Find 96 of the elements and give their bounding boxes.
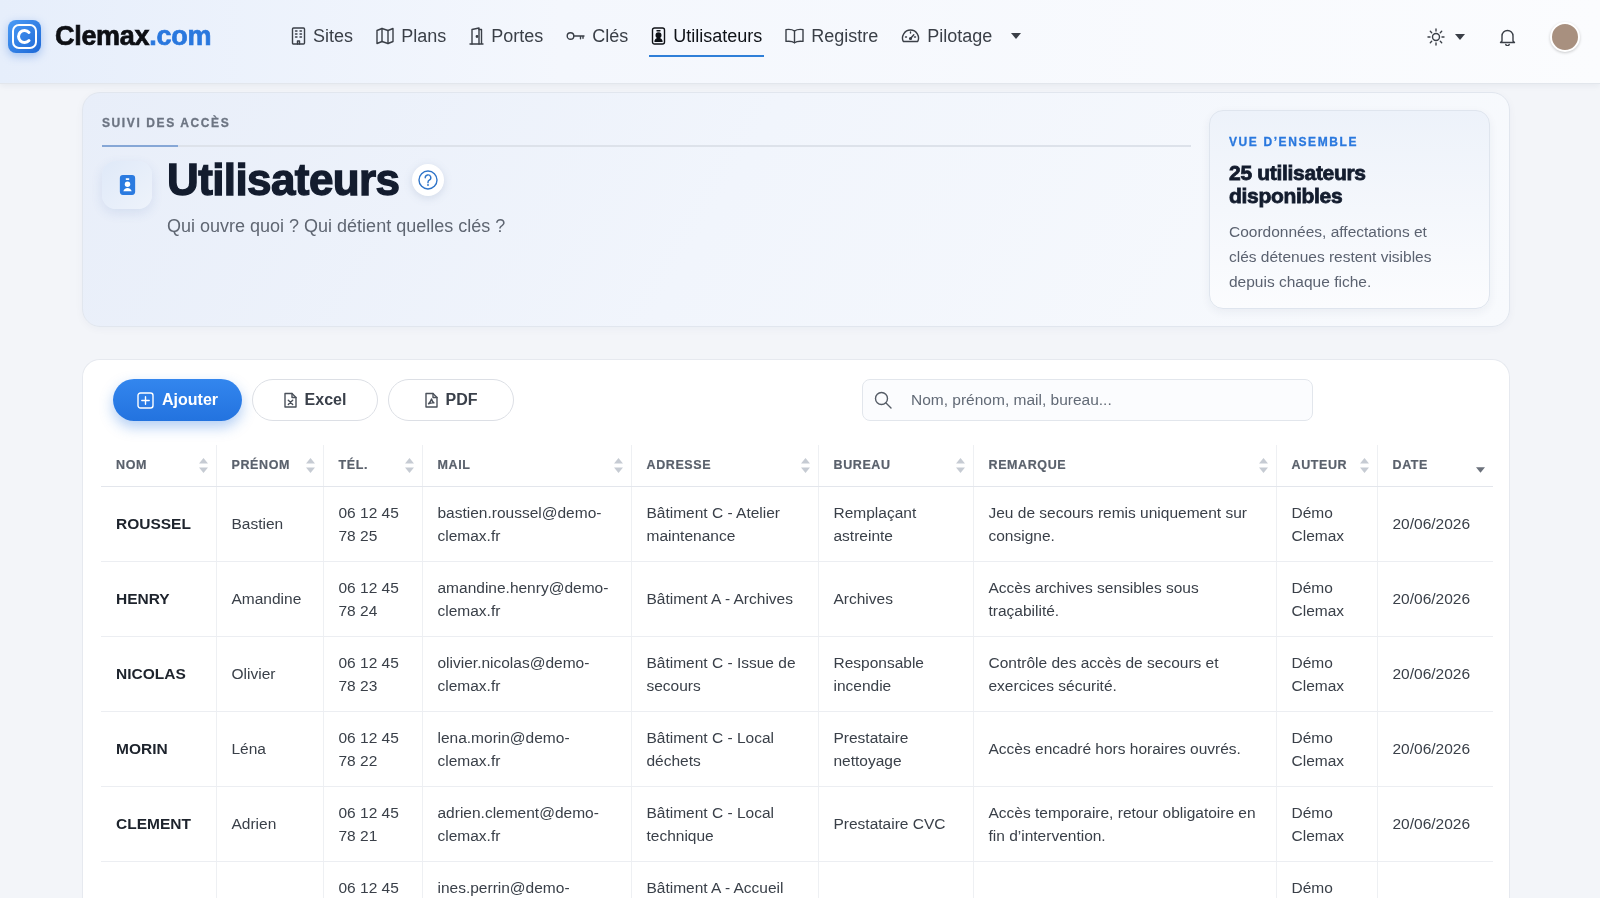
column-header[interactable]: TÉL. — [323, 445, 422, 486]
table-cell: Contrôle des accès de secours et exercices sécurité. — [973, 636, 1276, 711]
column-header[interactable]: AUTEUR — [1276, 445, 1377, 486]
column-header[interactable]: MAIL — [422, 445, 631, 486]
file-x-icon — [283, 392, 297, 408]
table-cell: Démo — [1276, 861, 1377, 898]
table-cell: Remplaçant astreinte — [818, 486, 973, 561]
help-icon[interactable] — [412, 164, 445, 196]
table-cell: 20/06/2026 — [1377, 711, 1493, 786]
table-cell: HENRY — [101, 561, 216, 636]
table-cell: Bastien — [216, 486, 323, 561]
table-cell: Prestataire CVC — [818, 786, 973, 861]
table-cell: olivier.nicolas@demo-clemax.fr — [422, 636, 631, 711]
column-header[interactable]: ADRESSE — [631, 445, 818, 486]
nav-link[interactable]: Utilisateurs — [649, 16, 765, 57]
table-cell: Bâtiment C - Local technique — [631, 786, 818, 861]
table-cell: 06 12 45 78 23 — [323, 636, 422, 711]
table-cell: Bâtiment A - Accueil — [631, 861, 818, 898]
table-cell: 20/06/2026 — [1377, 786, 1493, 861]
table-cell: Accès archives sensibles sous traçabilité. — [973, 561, 1276, 636]
caret-icon[interactable] — [1011, 33, 1022, 39]
section-eyebrow: SUIVI DES ACCÈS — [102, 115, 232, 131]
caret-icon[interactable] — [1455, 33, 1465, 40]
nav-link[interactable]: Clés — [564, 16, 631, 57]
table-cell: 20/06/2026 — [1377, 561, 1493, 636]
plus-square-icon — [137, 391, 154, 409]
page-subtitle: Qui ouvre quoi ? Qui détient quelles clés ? — [167, 215, 506, 237]
person-badge-icon — [651, 27, 667, 45]
nav-link[interactable]: Plans — [374, 16, 449, 57]
column-header[interactable]: NOM — [101, 445, 216, 486]
bell-icon[interactable] — [1499, 27, 1516, 46]
column-header[interactable]: BUREAU — [818, 445, 973, 486]
table-cell: NICOLAS — [101, 636, 216, 711]
overview-text: Coordonnées, affectations et clés détenues restent visibles depuis chaque fiche. — [1229, 222, 1433, 292]
toolbar-button[interactable]: PDF — [388, 379, 514, 421]
table-cell: Démo Clemax — [1276, 711, 1377, 786]
table-cell: MORIN — [101, 711, 216, 786]
table-cell: Responsable incendie — [818, 636, 973, 711]
nav-link[interactable]: Sites — [289, 16, 356, 57]
table-cell: 06 12 45 78 24 — [323, 561, 422, 636]
logo-icon[interactable] — [8, 20, 41, 53]
nav-link[interactable]: Registre — [783, 16, 881, 57]
table-cell: Démo Clemax — [1276, 561, 1377, 636]
nav-link[interactable]: Portes — [467, 16, 546, 57]
table-cell: Prestataire nettoyage — [818, 711, 973, 786]
table-cell: lena.morin@demo-clemax.fr — [422, 711, 631, 786]
avatar-placeholder[interactable] — [1550, 21, 1580, 52]
table-cell: Olivier — [216, 636, 323, 711]
page-title: Utilisateurs — [167, 159, 400, 201]
table-cell: 06 12 45 — [323, 861, 422, 898]
table-cell: ines.perrin@demo- — [422, 861, 631, 898]
table-cell: 06 12 45 78 25 — [323, 486, 422, 561]
table-cell: adrien.clement@demo-clemax.fr — [422, 786, 631, 861]
table-cell: Démo Clemax — [1276, 786, 1377, 861]
overview-title: 25 utilisateurs disponibles — [1229, 161, 1367, 207]
search-icon — [874, 391, 892, 409]
table-cell: 20/06/2026 — [1377, 636, 1493, 711]
file-pdf-icon — [424, 392, 438, 408]
table-cell: Bâtiment C - Issue de secours — [631, 636, 818, 711]
toolbar-button[interactable]: Excel — [252, 379, 378, 421]
table-cell: Démo Clemax — [1276, 636, 1377, 711]
map-icon — [376, 27, 395, 45]
table-cell: 20/06/2026 — [1377, 486, 1493, 561]
table-cell: Amandine — [216, 561, 323, 636]
table-cell: Adrien — [216, 786, 323, 861]
table-cell: 06 12 45 78 21 — [323, 786, 422, 861]
sort-icon[interactable] — [1476, 466, 1485, 473]
building-icon — [291, 27, 307, 45]
table-cell: Accès temporaire, retour obligatoire en fin d’intervention. — [973, 786, 1276, 861]
person-badge-icon — [102, 161, 152, 209]
column-header[interactable]: DATE — [1377, 445, 1493, 486]
gauge-icon — [901, 28, 921, 44]
search-field[interactable]: Nom, prénom, mail, bureau... — [862, 379, 1313, 421]
nav-link[interactable]: Pilotage — [899, 16, 1024, 57]
door-icon — [469, 27, 485, 45]
table-cell: Archives — [818, 561, 973, 636]
table-cell: Léna — [216, 711, 323, 786]
table-cell: Jeu de secours remis uniquement sur consigne. — [973, 486, 1276, 561]
column-header[interactable]: PRÉNOM — [216, 445, 323, 486]
book-icon — [785, 28, 805, 44]
key-icon — [566, 30, 586, 42]
table-cell: Bâtiment A - Archives — [631, 561, 818, 636]
table-cell: 06 12 45 78 22 — [323, 711, 422, 786]
table-cell: bastien.roussel@demo-clemax.fr — [422, 486, 631, 561]
overview-eyebrow: VUE D’ENSEMBLE — [1229, 135, 1360, 149]
table-cell: CLEMENT — [101, 786, 216, 861]
table-cell: ROUSSEL — [101, 486, 216, 561]
brand-name[interactable]: Clemax.com — [55, 21, 212, 52]
table-cell: Accès encadré hors horaires ouvrés. — [973, 711, 1276, 786]
column-header[interactable]: REMARQUE — [973, 445, 1276, 486]
table-cell: Bâtiment C - Atelier maintenance — [631, 486, 818, 561]
table-cell: Démo Clemax — [1276, 486, 1377, 561]
table-cell: amandine.henry@demo-clemax.fr — [422, 561, 631, 636]
toolbar-button[interactable]: Ajouter — [113, 379, 242, 421]
table-cell: Bâtiment C - Local déchets — [631, 711, 818, 786]
sun-icon[interactable] — [1427, 27, 1445, 46]
